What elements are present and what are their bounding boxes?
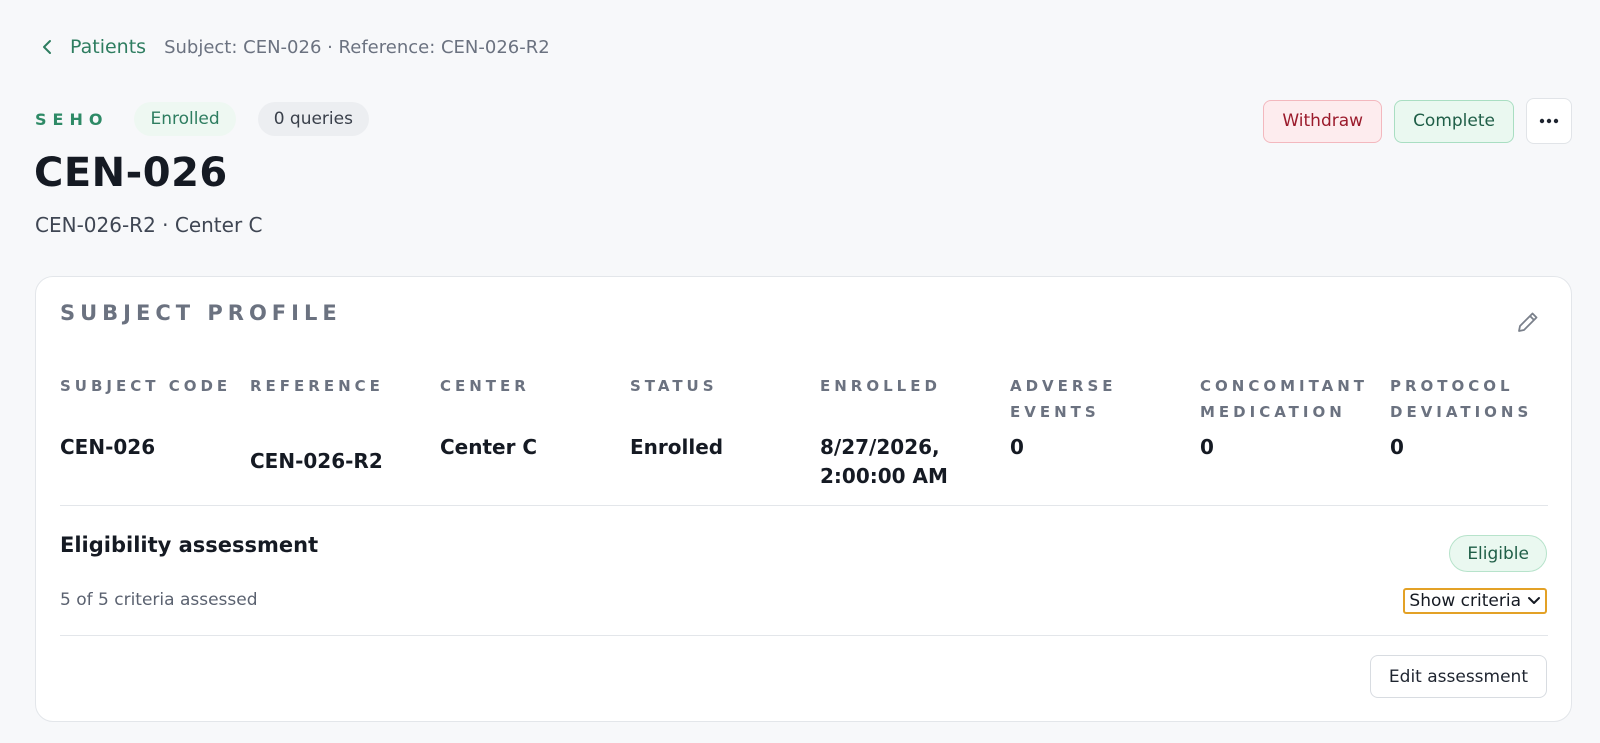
field-label: ADVERSE EVENTS [1010, 377, 1117, 421]
status-badge: Enrolled [134, 102, 236, 136]
field-label: PROTOCOL DEVIATIONS [1390, 377, 1533, 421]
field-value: 0 [1200, 435, 1214, 459]
field-status: STATUS Enrolled [630, 373, 810, 459]
field-label: CENTER [440, 377, 530, 395]
field-value: CEN-026 [60, 435, 156, 459]
eligibility-count: 5 of 5 criteria assessed [60, 590, 258, 610]
breadcrumb: Patients Subject: CEN-026 · Reference: C… [40, 32, 550, 62]
field-value: 0 [1390, 435, 1404, 459]
chevron-down-icon [1528, 597, 1540, 604]
more-horizontal-icon [1539, 118, 1559, 124]
field-label: SUBJECT CODE [60, 377, 232, 395]
field-adverse-events: ADVERSE EVENTS 0 [1010, 373, 1150, 459]
field-reference: REFERENCE CEN-026-R2 [250, 373, 430, 473]
header-actions: Withdraw Complete [1263, 98, 1572, 144]
subject-profile-card: SUBJECT PROFILE SUBJECT CODE CEN-026 REF… [35, 276, 1572, 722]
field-enrolled: ENROLLED 8/27/2026, 2:00:00 AM [820, 373, 970, 488]
field-value: Enrolled [630, 435, 724, 459]
divider [60, 505, 1548, 506]
field-label: REFERENCE [250, 377, 384, 395]
edit-assessment-button[interactable]: Edit assessment [1369, 655, 1547, 698]
header-badges: SEHO Enrolled 0 queries [35, 102, 369, 136]
field-subject-code: SUBJECT CODE CEN-026 [60, 373, 240, 459]
study-code: SEHO [35, 109, 109, 129]
field-label: CONCOMITANT MEDICATION [1200, 377, 1369, 421]
pencil-icon[interactable] [1515, 309, 1541, 335]
field-label: ENROLLED [820, 377, 941, 395]
show-criteria-label: Show criteria [1409, 591, 1521, 611]
more-options-button[interactable] [1526, 98, 1572, 144]
card-title: SUBJECT PROFILE [60, 301, 342, 325]
divider [60, 635, 1548, 636]
field-value: Center C [440, 435, 538, 459]
chevron-left-icon[interactable] [40, 37, 60, 57]
breadcrumb-patients-link[interactable]: Patients [70, 36, 146, 58]
queries-badge: 0 queries [257, 102, 369, 136]
field-protocol-deviations: PROTOCOL DEVIATIONS 0 [1390, 373, 1540, 459]
page-title: CEN-026 [34, 150, 228, 196]
eligibility-badge: Eligible [1449, 535, 1547, 572]
complete-button[interactable]: Complete [1394, 99, 1514, 143]
page-subtitle: CEN-026-R2 · Center C [35, 213, 263, 237]
eligibility-title: Eligibility assessment [60, 533, 319, 557]
field-value: CEN-026-R2 [250, 449, 383, 473]
withdraw-button[interactable]: Withdraw [1263, 99, 1383, 143]
show-criteria-button[interactable]: Show criteria [1403, 588, 1547, 614]
field-value: 8/27/2026, 2:00:00 AM [820, 435, 948, 488]
field-value: 0 [1010, 435, 1024, 459]
field-label: STATUS [630, 377, 718, 395]
breadcrumb-subject-meta: Subject: CEN-026 · Reference: CEN-026-R2 [164, 36, 550, 58]
field-center: CENTER Center C [440, 373, 620, 459]
field-concomitant-medication: CONCOMITANT MEDICATION 0 [1200, 373, 1375, 459]
